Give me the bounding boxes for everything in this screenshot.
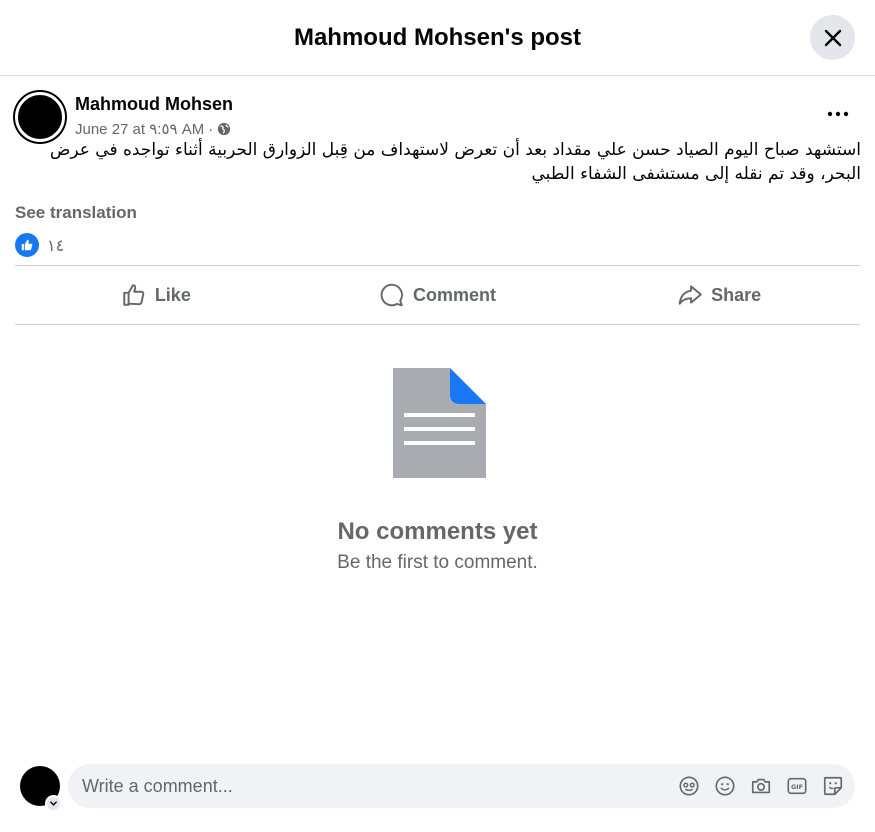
- empty-comments-title: No comments yet: [337, 518, 538, 545]
- comment-label: Comment: [413, 284, 497, 305]
- camera-icon: [751, 778, 771, 794]
- share-label: Share: [711, 284, 762, 305]
- author-avatar[interactable]: [15, 92, 65, 142]
- post-text: استشهد صباح اليوم الصياد حسن علي مقداد ب…: [49, 140, 861, 184]
- dialog-title: Mahmoud Mohsen's post: [293, 24, 582, 51]
- avatar-sticker-icon: [679, 776, 699, 796]
- post-date[interactable]: June 27 at ٩:٥٩ AM: [75, 120, 204, 138]
- svg-text:GIF: GIF: [791, 783, 803, 791]
- see-translation-link[interactable]: See translation: [15, 203, 137, 223]
- globe-icon: [218, 122, 231, 136]
- emoji-icon: [715, 776, 735, 796]
- comment-composer: GIF: [68, 764, 855, 808]
- close-icon: [824, 29, 841, 46]
- share-arrow-icon: [678, 285, 702, 305]
- post-meta: June 27 at ٩:٥٩ AM ·: [75, 120, 231, 138]
- more-options-button[interactable]: [818, 100, 858, 128]
- comment-bubble-icon: [380, 283, 403, 307]
- post-action-bar: Like Comment Share: [15, 265, 860, 325]
- thumbs-up-icon: [123, 284, 145, 306]
- chevron-down-icon[interactable]: [45, 795, 62, 812]
- empty-comments-subtitle: Be the first to comment.: [337, 552, 538, 573]
- like-label: Like: [154, 284, 191, 305]
- sticker-icon: [823, 776, 843, 796]
- like-button[interactable]: Like: [15, 266, 297, 324]
- gif-button[interactable]: GIF: [785, 774, 809, 798]
- comment-button[interactable]: Comment: [297, 266, 579, 324]
- composer-tools: GIF: [677, 774, 845, 798]
- avatar-sticker-button[interactable]: [677, 774, 701, 798]
- sticker-button[interactable]: [821, 774, 845, 798]
- camera-button[interactable]: [749, 774, 773, 798]
- author-name[interactable]: Mahmoud Mohsen: [75, 94, 233, 115]
- document-icon: [393, 368, 486, 478]
- close-button[interactable]: [810, 15, 855, 60]
- meta-separator: ·: [208, 120, 214, 138]
- reaction-count: ١٤: [47, 235, 65, 255]
- like-reaction-icon: [15, 233, 39, 257]
- share-button[interactable]: Share: [578, 266, 860, 324]
- emoji-button[interactable]: [713, 774, 737, 798]
- more-horizontal-icon: [827, 111, 849, 117]
- gif-icon: GIF: [787, 777, 807, 795]
- comment-input[interactable]: [82, 775, 677, 797]
- dialog-header: Mahmoud Mohsen's post: [0, 0, 875, 76]
- reactions-summary[interactable]: ١٤: [15, 233, 64, 257]
